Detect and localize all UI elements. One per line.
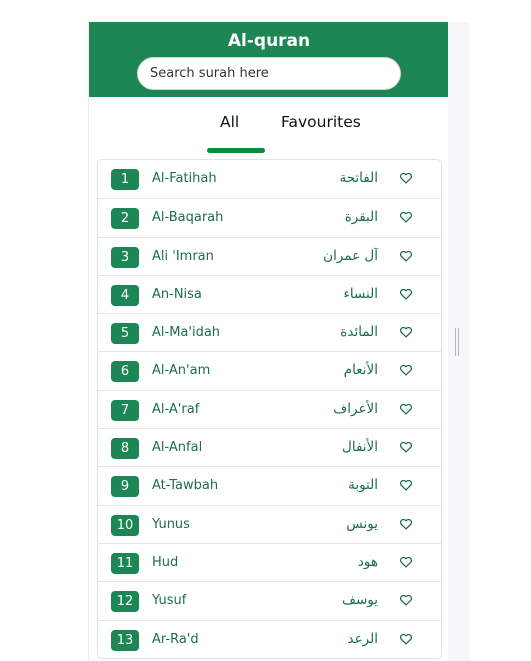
surah-row[interactable]: 13 Ar-Ra'd الرعد [98,619,441,658]
surah-number: 6 [111,361,139,383]
heart-outline-icon[interactable] [399,517,413,531]
surah-arabic-name: المائدة [340,324,378,341]
surah-row[interactable]: 6 Al-An'am الأنعام [98,351,441,389]
surah-arabic-name: الأنعام [343,362,378,379]
app-header: Al-quran [89,22,449,97]
surah-row[interactable]: 4 An-Nisa النساء [98,274,441,313]
surah-arabic-name: البقرة [344,209,378,226]
resize-handle[interactable] [455,328,459,356]
surah-list: 1 Al-Fatihah الفاتحة 2 Al-Baqarah البقرة… [97,159,442,659]
surah-name: Al-Ma'idah [152,325,221,341]
surah-arabic-name: الرعد [347,630,378,647]
heart-outline-icon[interactable] [399,632,413,646]
surah-arabic-name: يونس [346,515,378,532]
surah-row[interactable]: 11 Hud هود [98,542,441,581]
surah-arabic-name: التوبة [348,477,378,494]
surah-name: An-Nisa [152,286,202,302]
surah-row[interactable]: 2 Al-Baqarah البقرة [98,198,441,236]
surah-name: Al-Fatihah [152,171,217,186]
surah-number: 13 [111,629,139,651]
surah-name: Al-An'am [152,363,211,379]
heart-outline-icon[interactable] [399,555,413,569]
surah-number: 7 [111,399,139,421]
surah-arabic-name: يوسف [341,592,378,609]
surah-row[interactable]: 8 Al-Anfal الأنفال [98,428,441,466]
heart-outline-icon[interactable] [399,210,413,224]
heart-outline-icon[interactable] [399,325,413,339]
heart-outline-icon[interactable] [399,593,413,607]
surah-number: 8 [111,438,139,460]
surah-arabic-name: الفاتحة [339,170,378,186]
surah-number: 3 [111,246,139,268]
surah-arabic-name: النساء [343,285,378,302]
surah-row[interactable]: 12 Yusuf يوسف [98,581,441,619]
surah-name: At-Tawbah [152,478,219,494]
heart-outline-icon[interactable] [399,287,413,301]
heart-outline-icon[interactable] [399,249,413,263]
surah-row[interactable]: 9 At-Tawbah التوبة [98,466,441,504]
surah-name: Hud [152,554,179,570]
surah-name: Al-A'raf [152,401,200,417]
surah-number: 9 [111,476,139,498]
surah-row[interactable]: 7 Al-A'raf الأعراف [98,389,441,428]
active-tab-indicator [207,148,265,153]
surah-name: Yunus [152,516,190,532]
app-title: Al-quran [227,31,311,51]
surah-arabic-name: الأعراف [333,400,378,417]
surah-name: Ali 'Imran [152,248,214,264]
surah-name: Al-Anfal [152,440,203,456]
surah-name: Yusuf [152,593,187,609]
surah-row[interactable]: 3 Ali 'Imran آل عمران [98,236,441,275]
surah-row[interactable]: 1 Al-Fatihah الفاتحة [98,160,441,198]
heart-outline-icon[interactable] [399,171,413,185]
surah-row[interactable]: 5 Al-Ma'idah المائدة [98,313,441,351]
surah-arabic-name: هود [357,553,378,570]
surah-number: 10 [111,514,139,536]
heart-outline-icon[interactable] [399,478,413,492]
tab-all[interactable]: All [220,113,239,131]
surah-name: Ar-Ra'd [152,631,199,647]
quran-app: Al-quran All Favourites 1 Al-Fatihah الف… [88,22,449,661]
surah-name: Al-Baqarah [152,210,224,226]
heart-outline-icon[interactable] [399,402,413,416]
side-panel [448,22,470,661]
surah-number: 2 [111,208,139,230]
tab-bar: All Favourites [89,97,449,159]
search-input[interactable] [137,57,401,90]
surah-row[interactable]: 10 Yunus يونس [98,504,441,543]
surah-number: 1 [111,169,139,190]
surah-arabic-name: آل عمران [323,247,378,264]
surah-number: 12 [111,591,139,613]
surah-arabic-name: الأنفال [342,439,378,456]
surah-number: 4 [111,284,139,306]
heart-outline-icon[interactable] [399,440,413,454]
surah-number: 11 [111,552,139,574]
surah-number: 5 [111,323,139,345]
tab-favourites[interactable]: Favourites [281,113,361,131]
heart-outline-icon[interactable] [399,363,413,377]
